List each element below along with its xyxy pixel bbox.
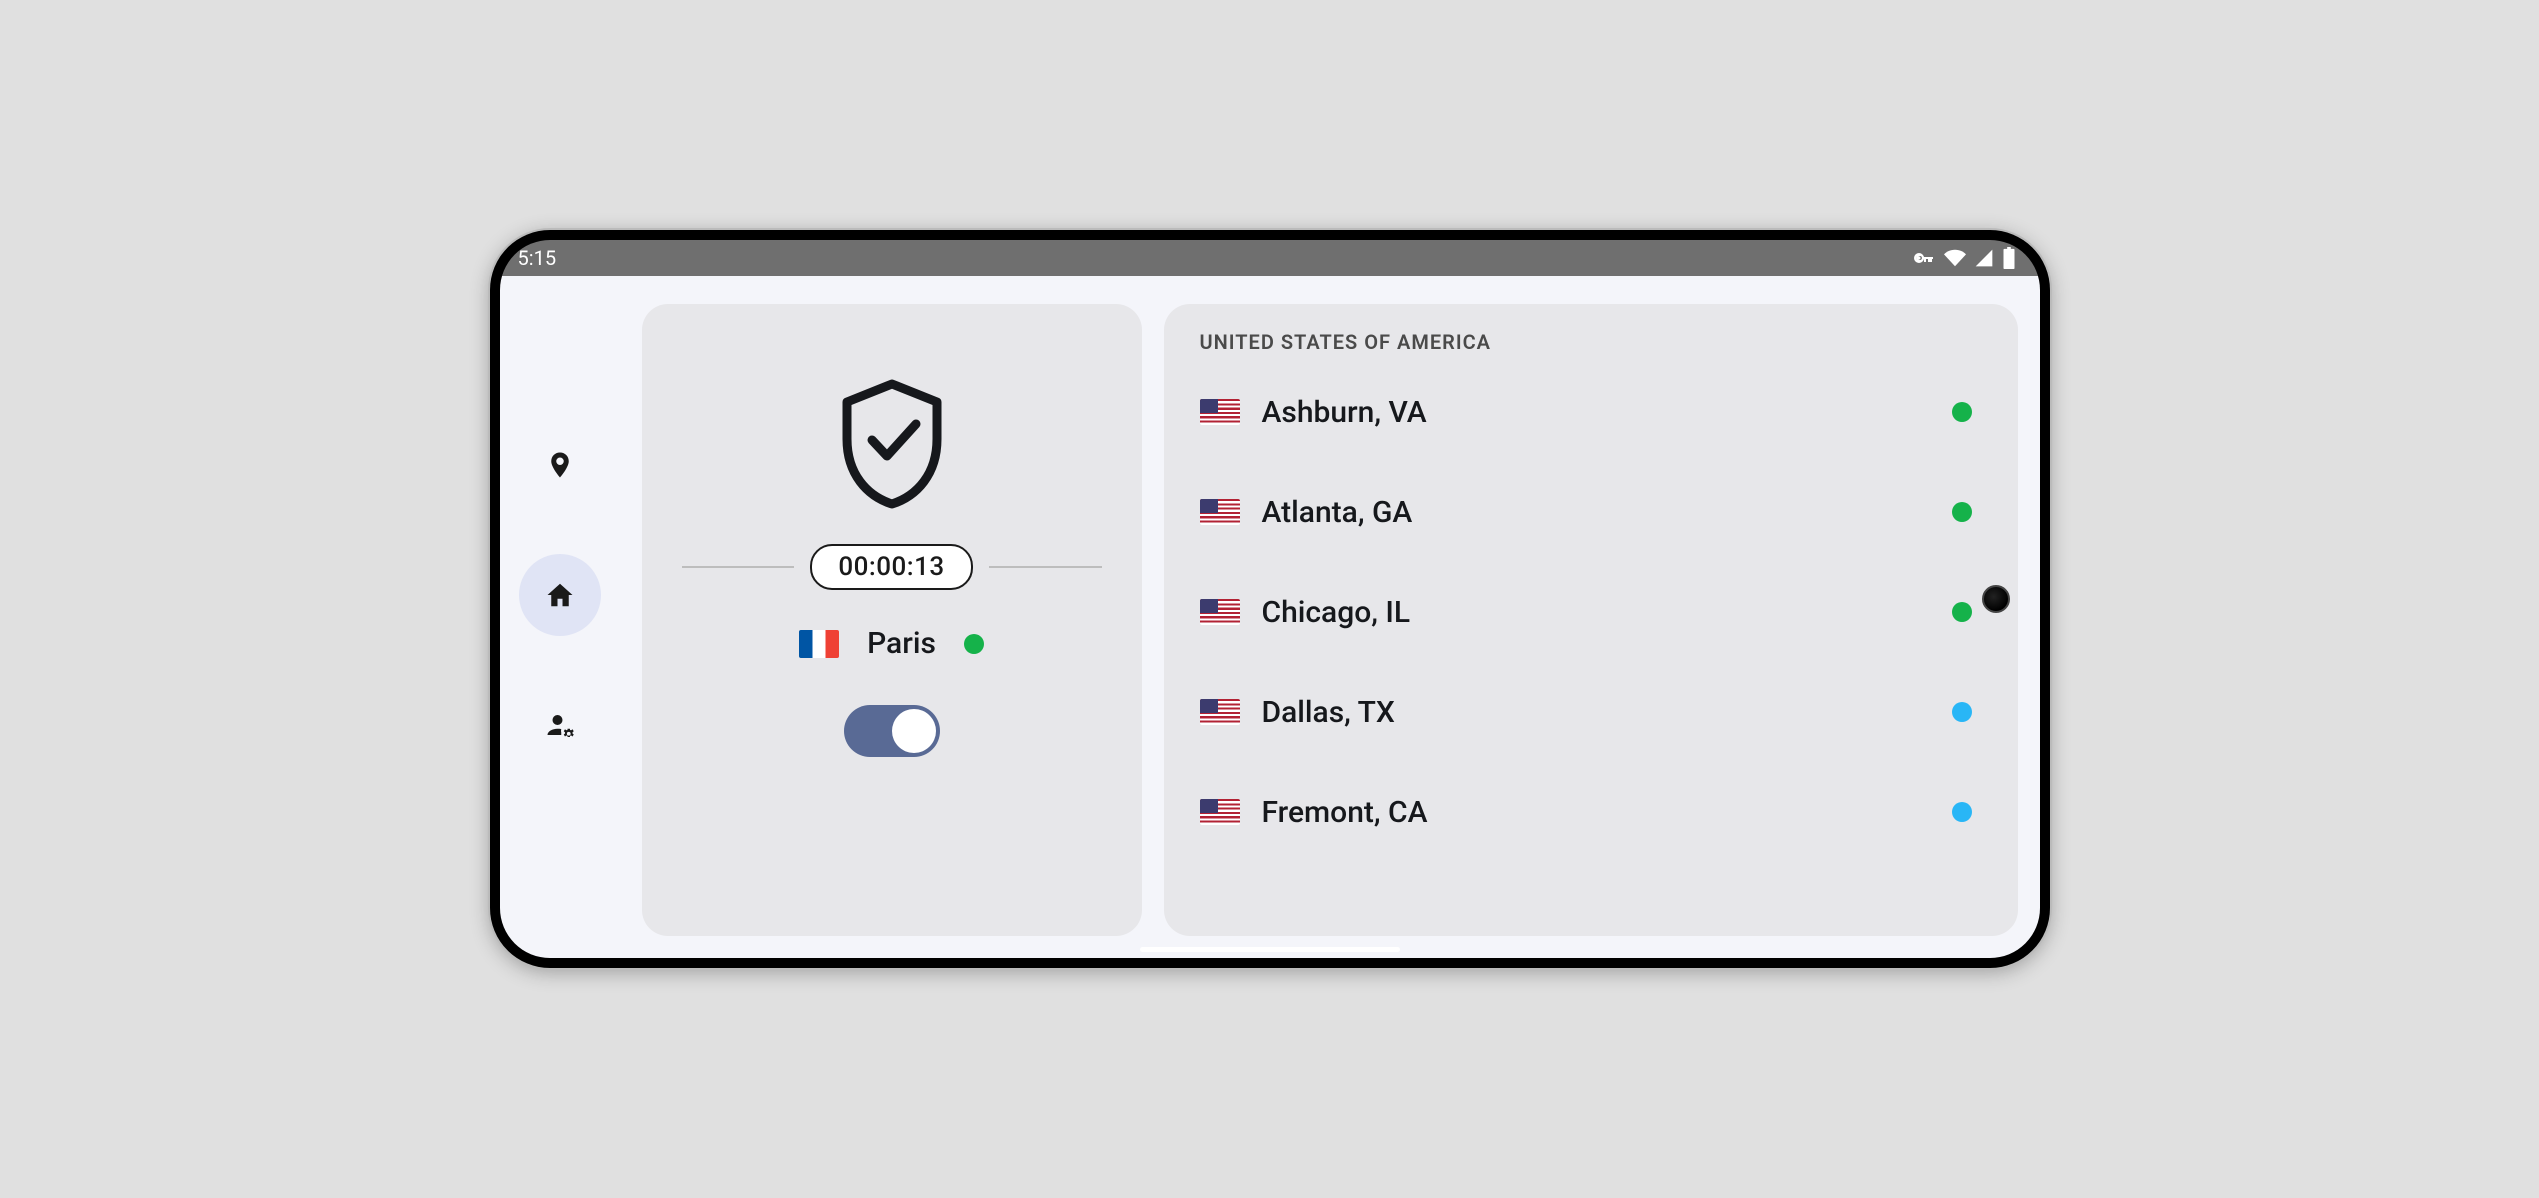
us-flag-icon — [1200, 699, 1240, 725]
signal-icon — [1974, 248, 1994, 268]
app-content: 00:00:13 Paris UNITED STATES OF AMERICA … — [500, 276, 2040, 958]
camera-hole — [1982, 585, 2010, 613]
us-flag-icon — [1200, 499, 1240, 525]
status-dot — [1952, 502, 1972, 522]
connection-timer: 00:00:13 — [810, 544, 972, 590]
connection-toggle[interactable] — [844, 705, 940, 757]
status-dot — [1952, 402, 1972, 422]
server-list-card: UNITED STATES OF AMERICA Ashburn, VA Atla… — [1164, 304, 2018, 936]
server-name: Fremont, CA — [1262, 795, 1930, 830]
server-name: Dallas, TX — [1262, 695, 1930, 730]
server-region-header: UNITED STATES OF AMERICA — [1200, 324, 1982, 362]
battery-icon — [2002, 247, 2016, 269]
statusbar-time: 5:15 — [518, 246, 557, 270]
shield-check-icon — [827, 374, 957, 514]
status-dot — [1952, 802, 1972, 822]
france-flag-icon — [799, 630, 839, 658]
wifi-icon — [1944, 247, 1966, 269]
phone-frame: 5:15 — [490, 230, 2050, 968]
vpn-key-icon — [1912, 246, 1936, 270]
server-name: Chicago, IL — [1262, 595, 1930, 630]
timer-row: 00:00:13 — [682, 544, 1102, 590]
nav-home[interactable] — [519, 554, 601, 636]
us-flag-icon — [1200, 799, 1240, 825]
divider-line — [989, 566, 1102, 568]
us-flag-icon — [1200, 599, 1240, 625]
server-row[interactable]: Chicago, IL — [1200, 562, 1982, 662]
home-icon — [545, 580, 575, 610]
server-row[interactable]: Ashburn, VA — [1200, 362, 1982, 462]
current-location-row[interactable]: Paris — [799, 626, 984, 661]
phone-screen: 5:15 — [500, 240, 2040, 958]
server-name: Ashburn, VA — [1262, 395, 1930, 430]
statusbar-icons — [1912, 246, 2016, 270]
us-flag-icon — [1200, 399, 1240, 425]
nav-location[interactable] — [519, 424, 601, 506]
pin-icon — [545, 450, 575, 480]
status-dot — [1952, 702, 1972, 722]
status-bar: 5:15 — [500, 240, 2040, 276]
server-list[interactable]: Ashburn, VA Atlanta, GA Chicago, IL Dallas,… — [1200, 362, 1982, 936]
system-nav-pill[interactable] — [1140, 947, 1400, 952]
sidebar-nav — [500, 304, 620, 936]
server-name: Atlanta, GA — [1262, 495, 1930, 530]
nav-account[interactable] — [519, 684, 601, 766]
current-location-name: Paris — [867, 626, 936, 661]
server-row[interactable]: Atlanta, GA — [1200, 462, 1982, 562]
divider-line — [682, 566, 795, 568]
toggle-knob — [892, 709, 936, 753]
server-row[interactable]: Dallas, TX — [1200, 662, 1982, 762]
status-dot — [1952, 602, 1972, 622]
status-dot — [964, 634, 984, 654]
connection-card: 00:00:13 Paris — [642, 304, 1142, 936]
user-settings-icon — [545, 710, 575, 740]
server-row[interactable]: Fremont, CA — [1200, 762, 1982, 862]
